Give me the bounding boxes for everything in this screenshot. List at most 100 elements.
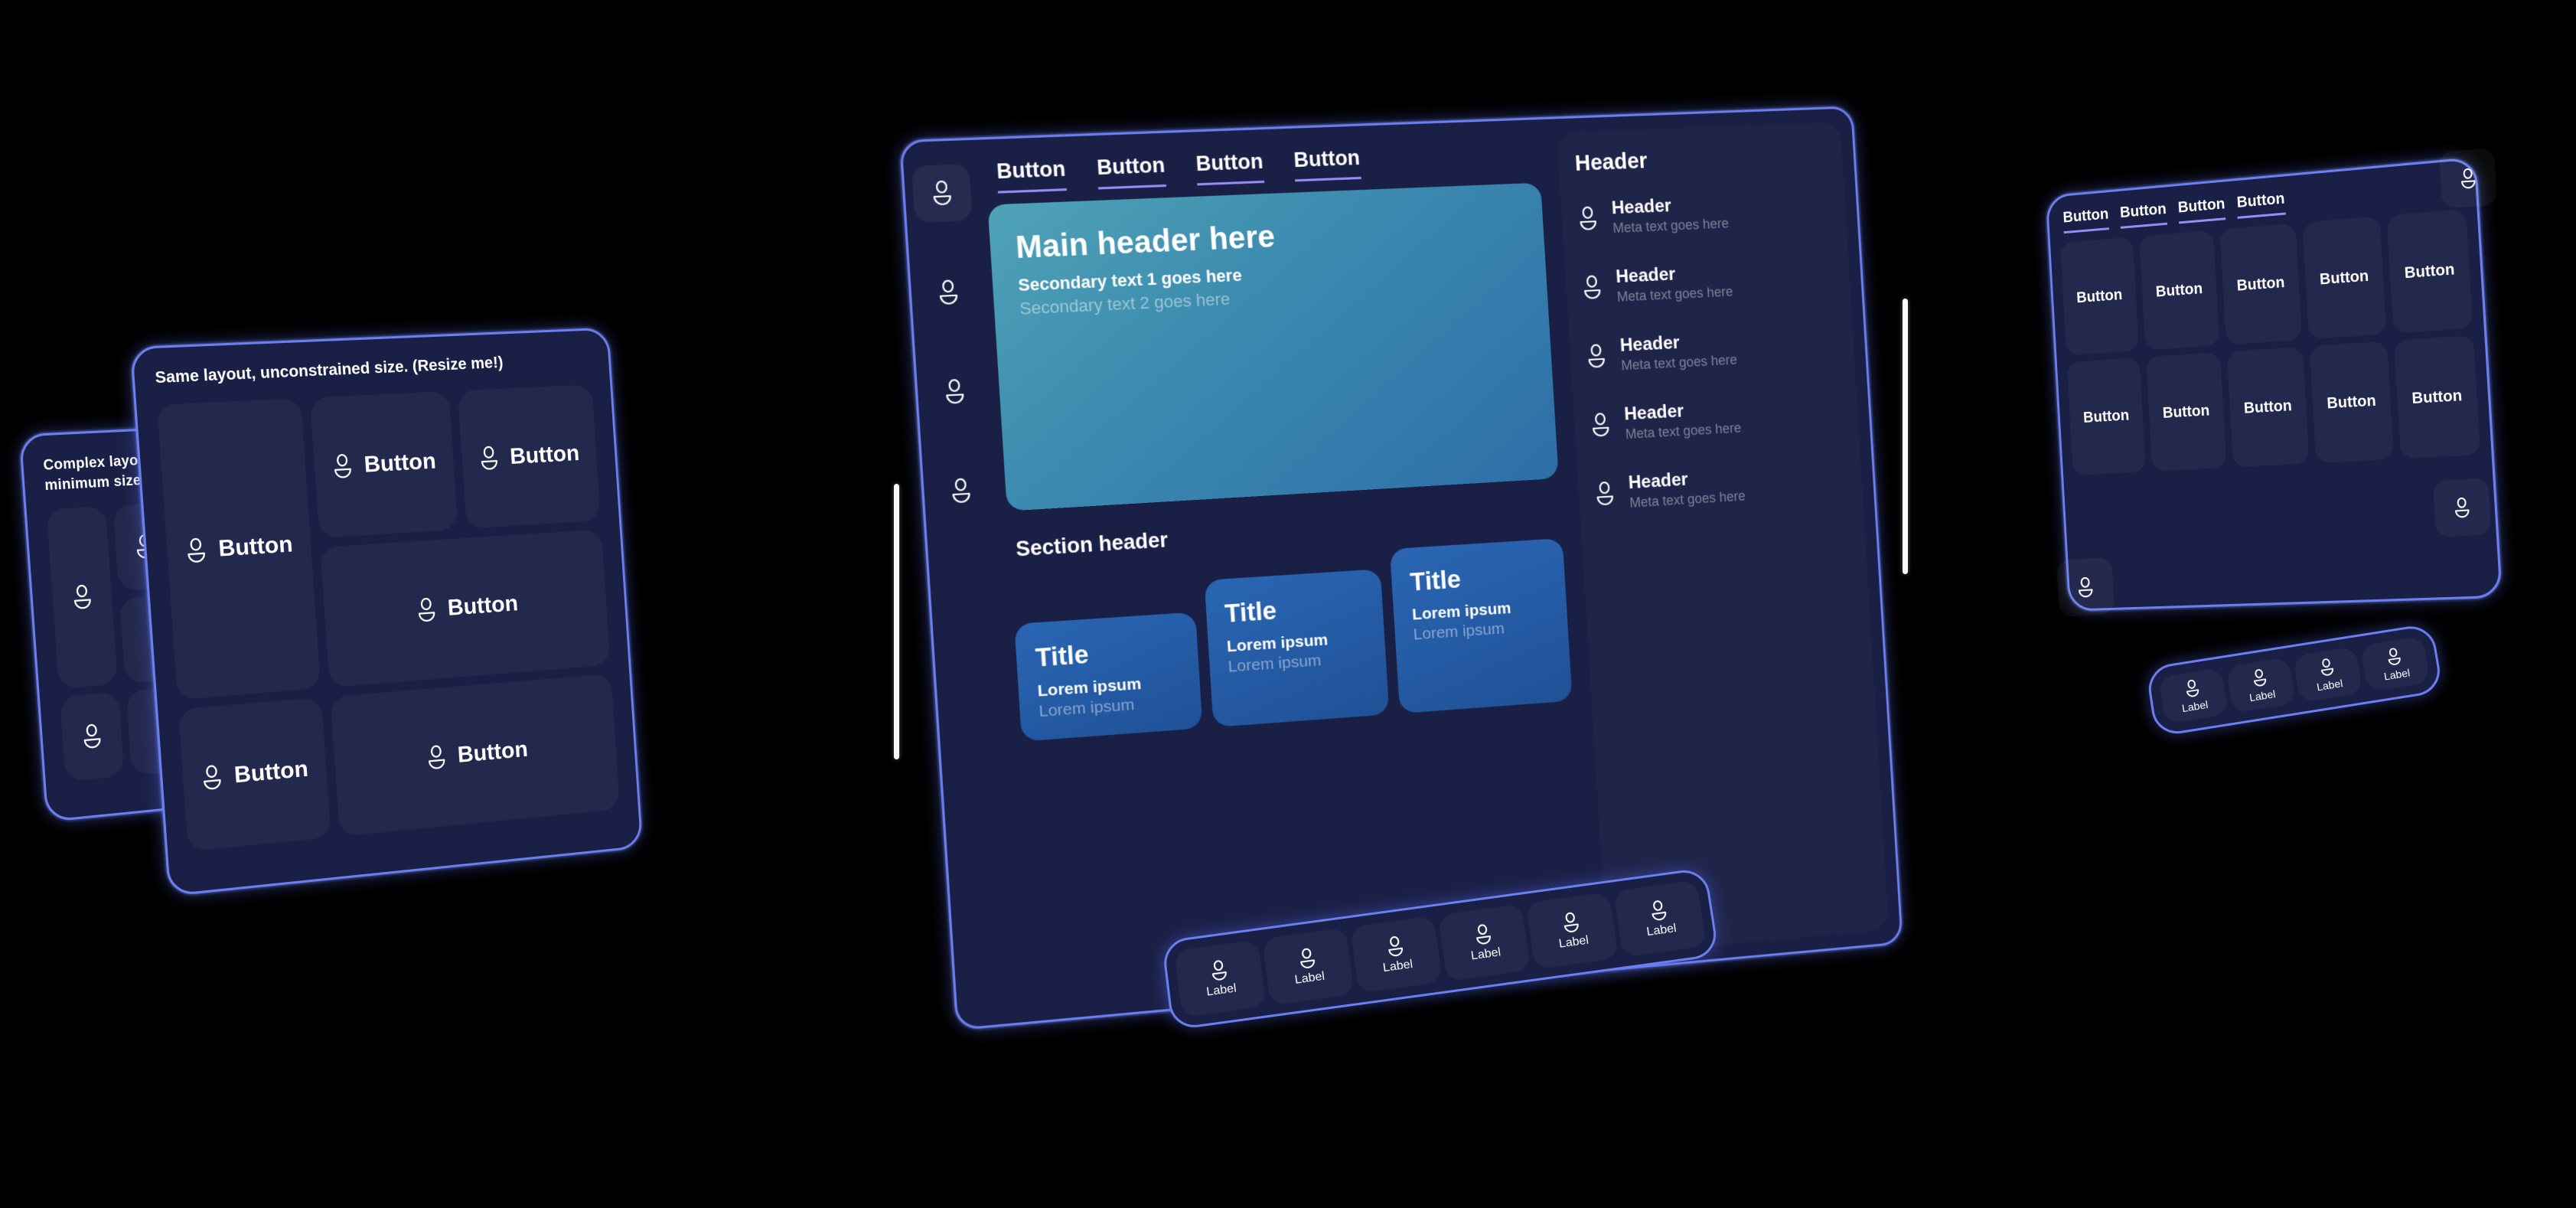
content-card-3[interactable]: Title Lorem ipsum Lorem ipsum [1390,537,1573,714]
resize-handle-right[interactable] [1903,299,1908,574]
button-label: Button [2404,260,2456,282]
tab-button-4[interactable]: Button [2236,190,2286,219]
list-item[interactable]: Header Meta text goes here [1577,189,1831,238]
tablet-content: Button Button Button Button Main header … [902,108,1900,1028]
tab-button-3[interactable]: Button [1195,149,1265,186]
sidebar-rail-item-3[interactable] [924,362,986,422]
card-title: Title [1409,564,1462,596]
avatar-icon [1594,481,1615,506]
canvas: Complex layout, fit to minimum size. Sam… [0,0,2576,1208]
nav-item-label: Label [2180,697,2209,714]
grid-button-6[interactable]: Button [2066,358,2147,475]
button-tablet-content: Button Button Button Button Button Butto… [2048,159,2500,609]
avatar-icon [1561,911,1581,933]
tab-button-1[interactable]: Button [2062,205,2110,234]
button-label: Button [2082,406,2130,426]
nav-item-3[interactable]: Label [1350,916,1443,994]
grid-button-4[interactable]: Button [2302,216,2387,340]
nav-item-3[interactable]: Label [2293,646,2363,704]
button-label: Button [2075,286,2123,306]
list-item-meta: Meta text goes here [1616,283,1734,305]
sidebar-rail-item-2[interactable] [918,263,979,322]
avatar-icon [72,584,93,610]
tab-button-2[interactable]: Button [1096,153,1166,190]
button-label: Button [456,736,529,768]
unconstrained-button-5[interactable]: Button [178,697,331,852]
nav-item-label: Label [2315,676,2344,693]
button-label: Button [217,531,294,562]
avatar-icon [185,537,207,563]
button-label: Button [233,756,309,788]
content-card-2[interactable]: Title Lorem ipsum Lorem ipsum [1204,569,1390,728]
nav-item-4[interactable]: Label [2359,635,2431,693]
avatar-icon [1473,923,1493,946]
avatar-icon [1586,344,1606,369]
sidebar-rail-item-1[interactable] [911,163,973,224]
list-item[interactable]: Header Meta text goes here [1590,392,1843,444]
complex-tile-1[interactable] [46,506,118,689]
button-label: Button [2155,279,2203,301]
panel-unconstrained-layout[interactable]: Same layout, unconstrained size. (Resize… [129,327,644,897]
card-row: Title Lorem ipsum Lorem ipsum Title Lore… [1011,537,1573,742]
hero-banner: Main header here Secondary text 1 goes h… [987,182,1559,511]
unconstrained-button-2[interactable]: Button [309,390,458,538]
avatar-icon [1582,275,1603,300]
unconstrained-button-grid: Button Button Button Button Button Butto… [157,384,620,852]
list-item[interactable]: Header Meta text goes here [1586,325,1839,376]
grid-button-9[interactable]: Button [2309,341,2395,463]
grid-button-3[interactable]: Button [2219,223,2303,345]
resize-handle-left[interactable] [894,484,899,759]
grid-button-2[interactable]: Button [2138,230,2220,351]
unconstrained-button-1[interactable]: Button [157,398,321,700]
corner-avatar-bottom-right[interactable] [2433,477,2492,537]
panel-unconstrained-title: Same layout, unconstrained size. (Resize… [154,354,504,387]
nav-item-5[interactable]: Label [1525,891,1619,970]
nav-item-1[interactable]: Label [2158,667,2229,724]
avatar-icon [331,454,353,480]
grid-button-5[interactable]: Button [2386,208,2473,334]
avatar-icon [944,379,966,405]
unconstrained-button-3[interactable]: Button [457,384,601,529]
grid-button-8[interactable]: Button [2226,346,2310,468]
list-item-meta: Meta text goes here [1612,215,1730,236]
list-item[interactable]: Header Meta text goes here [1594,460,1847,514]
tab-button-2[interactable]: Button [2119,201,2167,229]
panel-unconstrained-content: Same layout, unconstrained size. (Resize… [132,330,641,894]
nav-item-label: Label [1645,921,1678,939]
grid-button-1[interactable]: Button [2059,237,2140,356]
nav-item-label: Label [2248,687,2277,704]
panel-main-tablet[interactable]: Button Button Button Button Main header … [899,106,1903,1031]
avatar-icon [426,745,446,771]
avatar-icon [931,180,953,206]
aside-list: Header Meta text goes here Header Meta t… [1577,189,1847,514]
avatar-icon [2385,647,2402,666]
nav-item-2[interactable]: Label [2225,657,2296,713]
avatar-icon [2318,658,2335,677]
bottom-navbar-right[interactable]: Label Label Label Label [2145,622,2444,738]
avatar-icon [950,478,972,504]
nav-item-4[interactable]: Label [1438,903,1531,982]
corner-avatar-top-right[interactable] [2439,148,2498,208]
avatar-icon [201,764,223,791]
unconstrained-button-6[interactable]: Button [330,674,620,837]
nav-item-2[interactable]: Label [1262,927,1355,1006]
nav-item-label: Label [1205,981,1237,999]
nav-item-1[interactable]: Label [1174,939,1267,1018]
tab-button-1[interactable]: Button [996,157,1067,194]
content-card-1[interactable]: Title Lorem ipsum Lorem ipsum [1014,612,1203,742]
grid-button-10[interactable]: Button [2394,335,2481,459]
tab-button-3[interactable]: Button [2177,195,2226,224]
sidebar-rail-item-4[interactable] [931,461,992,521]
unconstrained-button-4[interactable]: Button [320,529,611,688]
avatar-icon [2251,668,2267,686]
corner-avatar-bottom-left[interactable] [2056,557,2115,617]
nav-item-6[interactable]: Label [1613,880,1707,958]
grid-button-7[interactable]: Button [2145,351,2227,472]
complex-tile-5[interactable] [59,691,125,782]
panel-button-grid-tablet[interactable]: Button Button Button Button Button Butto… [2045,156,2503,612]
button-label: Button [2162,402,2210,422]
avatar-icon [1385,935,1403,956]
avatar-icon [937,279,960,305]
list-item[interactable]: Header Meta text goes here [1581,256,1834,306]
tab-button-4[interactable]: Button [1293,145,1361,182]
